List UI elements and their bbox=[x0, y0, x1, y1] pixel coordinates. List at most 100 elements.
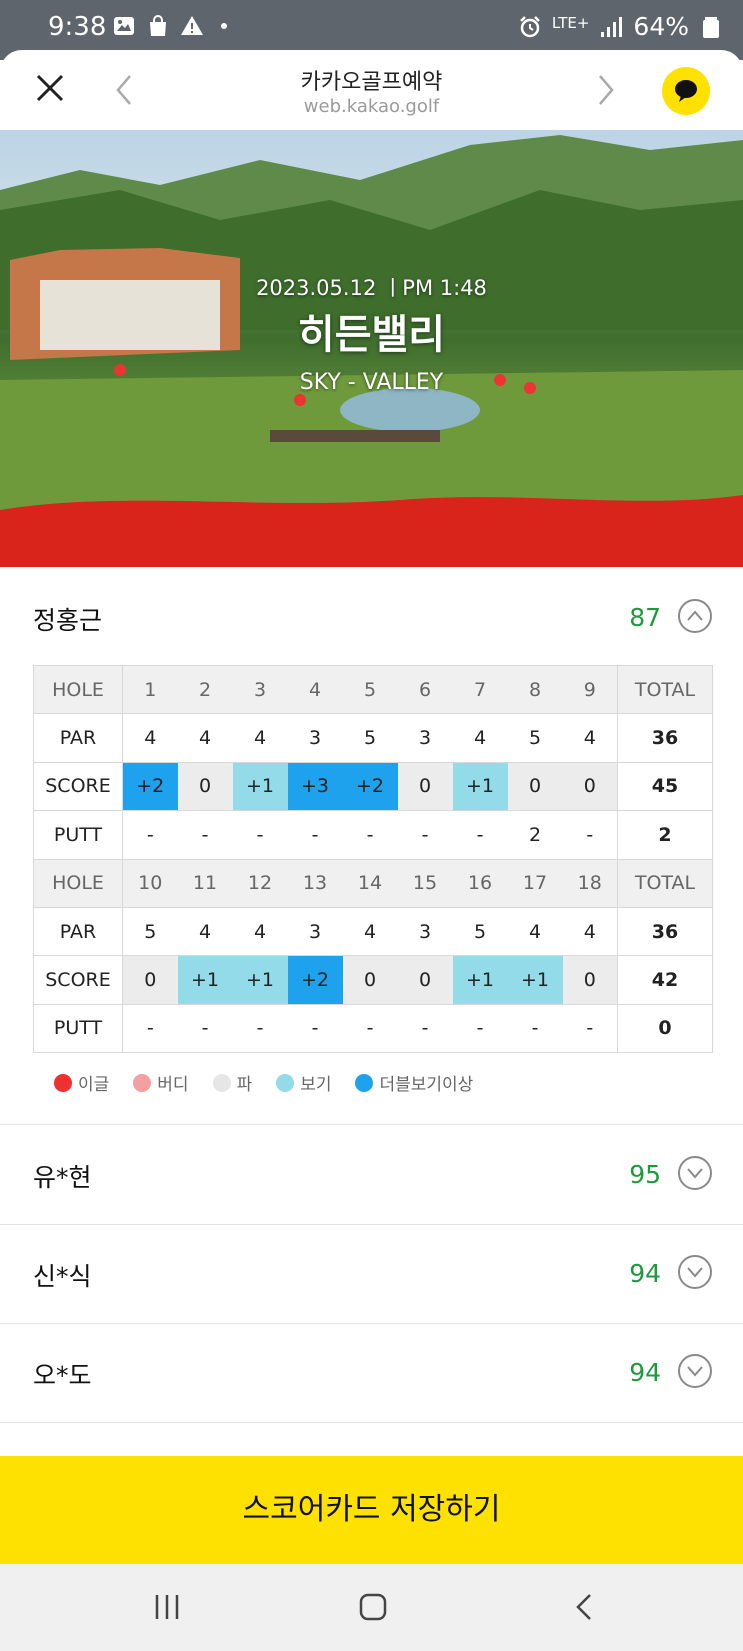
player-row-collapsed[interactable]: 신*식 94 bbox=[0, 1225, 743, 1321]
hole-number-cell: 16 bbox=[452, 858, 508, 908]
score-cell: 5 bbox=[452, 906, 508, 957]
score-cell: 4 bbox=[342, 906, 398, 957]
hole-number-cell: 6 bbox=[397, 664, 453, 715]
chevron-down-icon bbox=[687, 1168, 703, 1179]
expand-toggle[interactable] bbox=[678, 1255, 712, 1289]
row-label: PUTT bbox=[33, 810, 123, 860]
legend-dot-icon bbox=[212, 1073, 231, 1092]
player-total-score: 94 bbox=[629, 1259, 661, 1288]
row-label: SCORE bbox=[33, 761, 123, 812]
score-cell: 4 bbox=[177, 906, 233, 957]
scorecard-body: HOLE 1 2 3 4 5 6 7 8 9 TOTAL PAR 4 4 4 3 5 3 4 5 4 36 SCORE +2 0… bbox=[33, 664, 713, 1054]
score-cell: - bbox=[507, 1003, 563, 1054]
expand-toggle[interactable] bbox=[678, 1354, 712, 1388]
hole-number-cell: 5 bbox=[342, 664, 398, 715]
score-cell: 0 bbox=[122, 955, 178, 1005]
score-cell: +1 bbox=[232, 761, 288, 812]
save-scorecard-button[interactable]: 스코어카드 저장하기 bbox=[0, 1456, 743, 1564]
hole-number-cell: 14 bbox=[342, 858, 398, 908]
warning-icon bbox=[181, 16, 203, 35]
score-cell: 4 bbox=[232, 713, 288, 763]
section-divider bbox=[0, 1422, 743, 1423]
legend-label: 파 bbox=[236, 1075, 253, 1095]
total-cell: 36 bbox=[617, 906, 713, 957]
row-label: SCORE bbox=[33, 955, 123, 1005]
score-cell: +1 bbox=[507, 955, 563, 1005]
score-cell: - bbox=[287, 1003, 343, 1054]
legend-item: 버디 bbox=[133, 1070, 189, 1095]
player-name: 신*식 bbox=[33, 1262, 92, 1291]
player-name: 오*도 bbox=[33, 1361, 92, 1390]
score-cell: 4 bbox=[562, 906, 618, 957]
total-cell: TOTAL bbox=[617, 664, 713, 715]
score-cell: 3 bbox=[287, 713, 343, 763]
putt-row: PUTT - - - - - - -2-2 bbox=[33, 810, 713, 860]
course-sub-name: SKY - VALLEY bbox=[299, 370, 444, 395]
legend-label: 더블보기이상 bbox=[379, 1075, 474, 1095]
hole-number-cell: 17 bbox=[507, 858, 563, 908]
battery-percent: 64% bbox=[633, 12, 689, 41]
course-name: 히든밸리 bbox=[297, 312, 446, 358]
player-total-score: 87 bbox=[629, 603, 661, 632]
player-total-score: 94 bbox=[629, 1358, 661, 1387]
collapse-toggle[interactable] bbox=[678, 599, 712, 633]
score-cell: 4 bbox=[452, 713, 508, 763]
score-cell: - bbox=[562, 810, 618, 860]
score-row: SCORE +2 0 +1 +3 +2 0 +1 0 0 45 bbox=[33, 761, 713, 812]
forward-chevron-icon[interactable] bbox=[594, 72, 618, 108]
score-legend: 이글 버디 파 보기 더블보기이상 bbox=[54, 1070, 497, 1095]
expand-toggle[interactable] bbox=[678, 1156, 712, 1190]
score-cell: - bbox=[397, 810, 453, 860]
chevron-up-icon bbox=[687, 610, 703, 621]
row-label: HOLE bbox=[33, 858, 123, 908]
back-icon[interactable] bbox=[570, 1592, 600, 1622]
hole-number-cell: 3 bbox=[232, 664, 288, 715]
score-cell: 4 bbox=[562, 713, 618, 763]
player-row-collapsed[interactable]: 유*현 95 bbox=[0, 1126, 743, 1222]
score-cell: 5 bbox=[507, 713, 563, 763]
alarm-icon bbox=[520, 15, 540, 37]
score-cell: 4 bbox=[177, 713, 233, 763]
score-cell: - bbox=[397, 1003, 453, 1054]
hole-number-cell: 10 bbox=[122, 858, 178, 908]
page-url: web.kakao.golf bbox=[303, 96, 440, 117]
score-cell: 5 bbox=[122, 906, 178, 957]
score-row: SCORE 0 +1 +1 +2 0 0 +1 +1 0 42 bbox=[33, 955, 713, 1005]
player-name: 정홍근 bbox=[33, 606, 103, 635]
recent-apps-icon[interactable] bbox=[152, 1592, 182, 1622]
score-cell: +1 bbox=[452, 955, 508, 1005]
score-cell: - bbox=[452, 810, 508, 860]
score-cell: 0 bbox=[562, 761, 618, 812]
course-hero-image: 2023.05.12 ㅣPM 1:48 히든밸리 SKY - VALLEY bbox=[0, 130, 743, 567]
player-row-expanded[interactable]: 정홍근 87 bbox=[0, 567, 743, 663]
row-label: PAR bbox=[33, 906, 123, 957]
kakaotalk-share-button[interactable] bbox=[662, 67, 710, 115]
dot-icon bbox=[221, 23, 227, 29]
signal-icon bbox=[601, 16, 623, 37]
score-cell: - bbox=[562, 1003, 618, 1054]
hole-number-cell: 8 bbox=[507, 664, 563, 715]
gallery-icon bbox=[114, 17, 134, 35]
home-icon[interactable] bbox=[358, 1592, 388, 1622]
hole-number-cell: 18 bbox=[562, 858, 618, 908]
player-total-score: 95 bbox=[629, 1160, 661, 1189]
hole-number-cell: 12 bbox=[232, 858, 288, 908]
score-cell: - bbox=[287, 810, 343, 860]
total-cell: 42 bbox=[617, 955, 713, 1005]
score-cell: 3 bbox=[397, 906, 453, 957]
score-cell: +1 bbox=[177, 955, 233, 1005]
score-cell: 0 bbox=[397, 761, 453, 812]
total-cell: 2 bbox=[617, 810, 713, 860]
total-cell: TOTAL bbox=[617, 858, 713, 908]
score-cell: 0 bbox=[397, 955, 453, 1005]
legend-dot-icon bbox=[276, 1073, 295, 1092]
score-cell: 0 bbox=[177, 761, 233, 812]
score-cell: +2 bbox=[342, 761, 398, 812]
hole-number-cell: 2 bbox=[177, 664, 233, 715]
score-cell: - bbox=[232, 810, 288, 860]
player-row-collapsed[interactable]: 오*도 94 bbox=[0, 1324, 743, 1420]
chevron-down-icon bbox=[687, 1366, 703, 1377]
row-label: HOLE bbox=[33, 664, 123, 715]
score-cell: 4 bbox=[507, 906, 563, 957]
putt-row: PUTT - - - - - - - - -0 bbox=[33, 1003, 713, 1054]
